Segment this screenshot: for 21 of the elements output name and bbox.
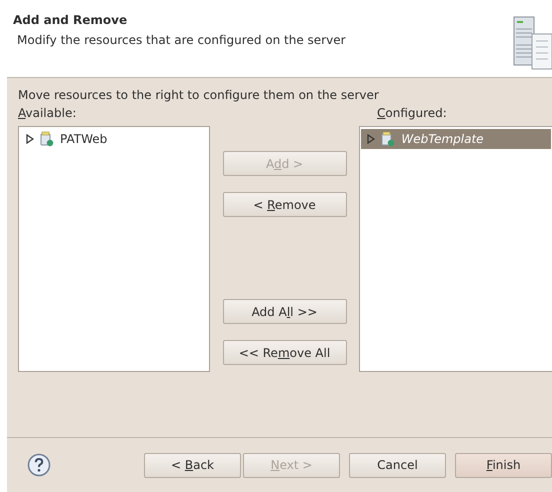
item-label: PATWeb [60,132,108,146]
tree-item[interactable]: WebTemplate [361,129,551,149]
move-button[interactable]: Add All >> [222,299,346,324]
page-title: Add and Remove [13,13,128,27]
tree-item[interactable]: PATWeb [20,129,208,149]
expand-arrow-icon[interactable] [26,134,34,144]
available-label: Available: [18,106,78,120]
wizard-button[interactable]: Finish [455,452,552,478]
configured-label: Configured: [377,106,448,120]
project-icon [381,131,396,147]
wizard-button[interactable]: Cancel [349,452,446,478]
instruction-text: Move resources to the right to configure them on the server [18,88,380,102]
item-label: WebTemplate [401,132,484,146]
move-button[interactable]: < Remove [222,192,346,217]
configured-list[interactable]: WebTemplate [359,126,552,372]
help-icon[interactable] [27,453,51,477]
project-icon [40,131,54,147]
move-button[interactable]: << Remove All [222,340,346,365]
wizard-button[interactable]: < Back [144,452,241,478]
available-list[interactable]: PATWeb [18,126,210,372]
page-description: Modify the resources that are configured on the server [16,33,346,47]
